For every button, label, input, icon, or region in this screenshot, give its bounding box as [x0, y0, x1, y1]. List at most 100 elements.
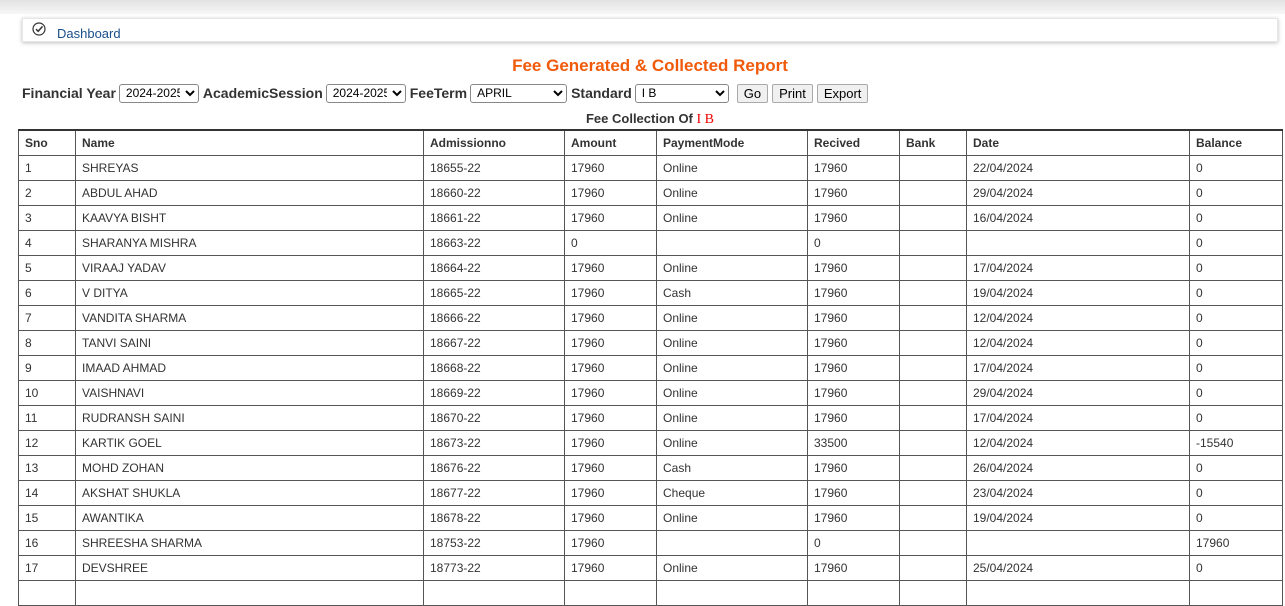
table-cell: 0: [1189, 479, 1283, 506]
table-body: 1 SHREYAS 18655-22 17960 Online 17960 22/04/20…: [18, 154, 1283, 606]
table-cell: [966, 579, 1190, 606]
table-cell: 0: [1189, 204, 1283, 231]
table-row: 14 AKSHAT SHUKLA 18677-22 17960 Cheque 17960 2…: [18, 479, 1283, 506]
table-row: 2 ABDUL AHAD 18660-22 17960 Online 17960 29/04…: [18, 179, 1283, 206]
go-button[interactable]: Go: [736, 83, 769, 103]
table-cell: 16: [18, 529, 76, 556]
table-cell: VANDITA SHARMA: [75, 304, 424, 331]
table-cell: [899, 454, 967, 481]
column-header: Name: [75, 129, 424, 156]
table-cell: 17960: [1189, 529, 1283, 556]
table-cell: 18666-22: [423, 304, 565, 331]
table-cell: 22/04/2024: [966, 154, 1190, 181]
table-cell: [18, 579, 76, 606]
table-cell: Online: [656, 254, 808, 281]
table-cell: 17960: [807, 404, 900, 431]
table-cell: 6: [18, 279, 76, 306]
table-cell: 26/04/2024: [966, 454, 1190, 481]
table-cell: [807, 579, 900, 606]
table-cell: [899, 279, 967, 306]
table-cell: 18663-22: [423, 229, 565, 256]
table-cell: Online: [656, 429, 808, 456]
table-cell: [966, 529, 1190, 556]
table-cell: 16/04/2024: [966, 204, 1190, 231]
table-cell: [656, 529, 808, 556]
caption-prefix: Fee Collection Of: [585, 111, 693, 126]
table-cell: 13: [18, 454, 76, 481]
dashboard-link[interactable]: Dashboard: [57, 26, 121, 41]
table-row: 16 SHREESHA SHARMA 18753-22 17960 0 17960: [18, 529, 1283, 556]
table-cell: [564, 579, 657, 606]
table-cell: Online: [656, 179, 808, 206]
academic-session-label: AcademicSession: [202, 85, 323, 101]
table-cell: 10: [18, 379, 76, 406]
table-cell: 0: [1189, 379, 1283, 406]
filter-bar: Financial Year 2024-2025 AcademicSession…: [22, 83, 869, 103]
table-cell: [423, 579, 565, 606]
table-cell: [899, 504, 967, 531]
table-cell: Online: [656, 354, 808, 381]
table-cell: 17960: [807, 204, 900, 231]
table-cell: 0: [807, 529, 900, 556]
table-cell: 18661-22: [423, 204, 565, 231]
financial-year-label: Financial Year: [22, 85, 116, 101]
table-cell: 17960: [564, 429, 657, 456]
export-button[interactable]: Export: [816, 83, 869, 103]
table-cell: 12/04/2024: [966, 429, 1190, 456]
table-cell: 0: [1189, 229, 1283, 256]
check-circle-icon: [32, 22, 46, 36]
table-cell: [899, 554, 967, 581]
table-row: 3 KAAVYA BISHT 18661-22 17960 Online 17960 16/…: [18, 204, 1283, 231]
top-bar: [0, 0, 1285, 14]
table-cell: 17960: [807, 504, 900, 531]
table-cell: 11: [18, 404, 76, 431]
table-cell: VAISHNAVI: [75, 379, 424, 406]
table-cell: 17960: [564, 479, 657, 506]
table-cell: 17/04/2024: [966, 404, 1190, 431]
table-cell: 17960: [564, 529, 657, 556]
table-cell: [899, 479, 967, 506]
table-cell: [899, 429, 967, 456]
table-cell: 17/04/2024: [966, 254, 1190, 281]
table-cell: 17960: [564, 379, 657, 406]
table-cell: 18660-22: [423, 179, 565, 206]
table-cell: Online: [656, 379, 808, 406]
table-cell: 17960: [807, 354, 900, 381]
table-cell: [899, 204, 967, 231]
table-cell: [1189, 579, 1283, 606]
standard-label: Standard: [571, 85, 632, 101]
table-cell: Cash: [656, 279, 808, 306]
table-cell: 17960: [807, 454, 900, 481]
table-cell: AKSHAT SHUKLA: [75, 479, 424, 506]
table-cell: SHARANYA MISHRA: [75, 229, 424, 256]
fee-term-select[interactable]: APRIL: [470, 83, 568, 103]
table-cell: 17960: [564, 304, 657, 331]
table-cell: AWANTIKA: [75, 504, 424, 531]
table-cell: 18667-22: [423, 329, 565, 356]
table-cell: [899, 229, 967, 256]
table-cell: 18669-22: [423, 379, 565, 406]
table-cell: Online: [656, 504, 808, 531]
print-button[interactable]: Print: [772, 83, 813, 103]
table-cell: [656, 579, 808, 606]
table-cell: 0: [564, 229, 657, 256]
table-cell: TANVI SAINI: [75, 329, 424, 356]
table-row: 10 VAISHNAVI 18669-22 17960 Online 17960 29/04…: [18, 379, 1283, 406]
table-cell: 17960: [807, 279, 900, 306]
standard-select[interactable]: I B: [634, 83, 729, 103]
column-header: Date: [966, 129, 1190, 156]
table-cell: 0: [1189, 154, 1283, 181]
caption-standard: I B: [696, 112, 715, 127]
table-row: 8 TANVI SAINI 18667-22 17960 Online 17960 12/0…: [18, 329, 1283, 356]
table-cell: 0: [1189, 354, 1283, 381]
academic-session-select[interactable]: 2024-2025: [325, 83, 406, 103]
table-cell: [899, 579, 967, 606]
table-cell: [899, 354, 967, 381]
table-cell: 19/04/2024: [966, 279, 1190, 306]
table-cell: 23/04/2024: [966, 479, 1190, 506]
table-cell: [899, 329, 967, 356]
table-cell: SHREYAS: [75, 154, 424, 181]
table-cell: 17960: [807, 329, 900, 356]
table-cell: 29/04/2024: [966, 379, 1190, 406]
financial-year-select[interactable]: 2024-2025: [118, 83, 199, 103]
